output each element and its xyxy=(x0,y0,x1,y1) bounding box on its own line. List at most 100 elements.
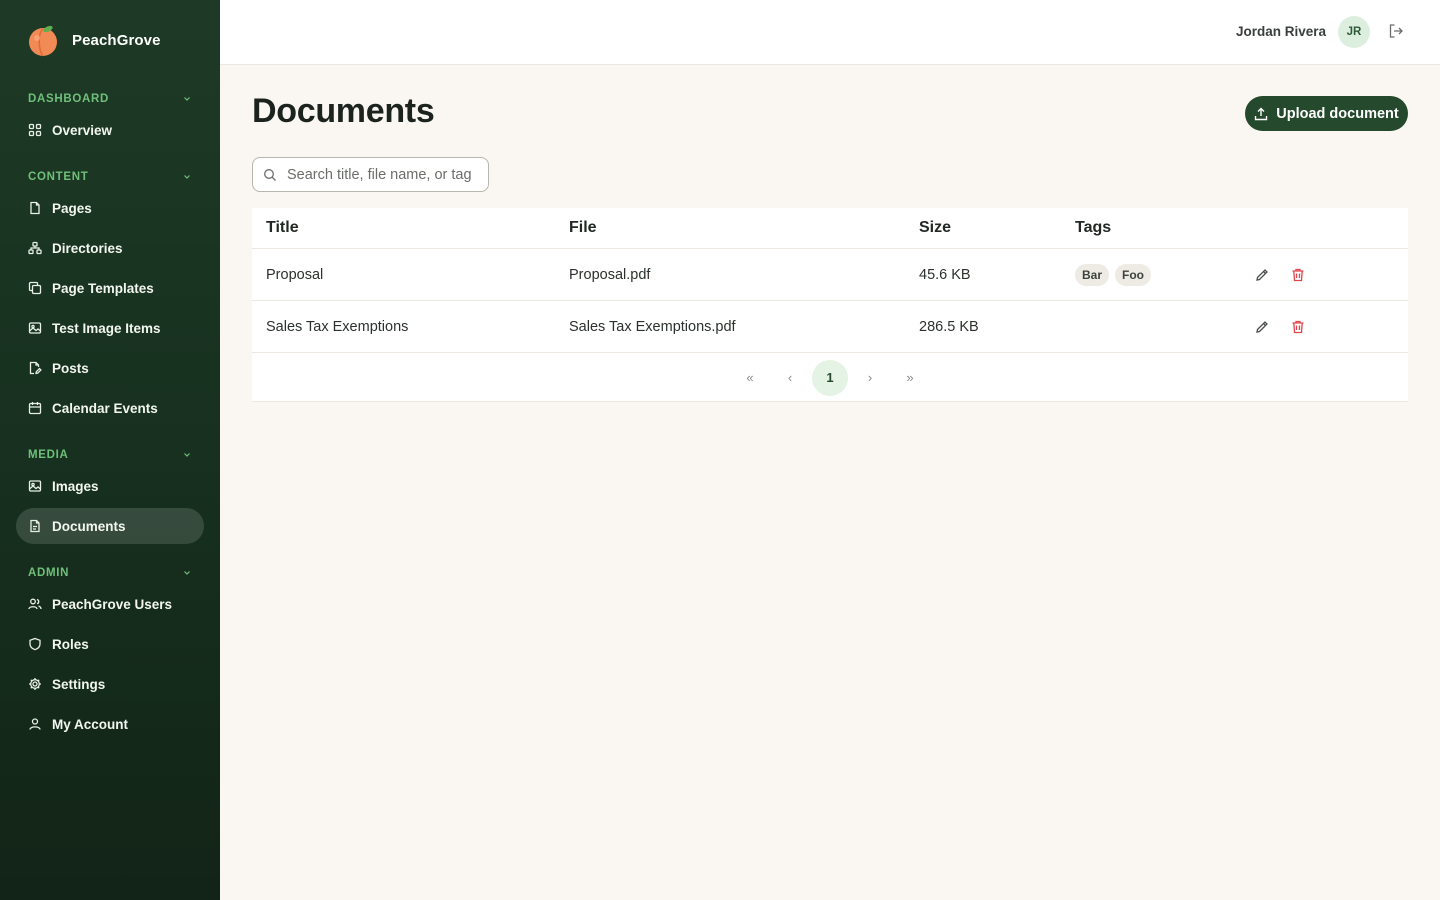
edit-button[interactable] xyxy=(1254,319,1270,335)
sidebar-item-peachgrove-users[interactable]: PeachGrove Users xyxy=(16,586,204,622)
section-label: DASHBOARD xyxy=(28,93,110,105)
pagination: « ‹ 1 › » xyxy=(252,353,1408,402)
tag-badge: Foo xyxy=(1115,263,1152,286)
pencil-icon xyxy=(1256,320,1268,333)
sidebar-item-roles[interactable]: Roles xyxy=(16,626,204,662)
sidebar-item-directories[interactable]: Directories xyxy=(16,230,204,266)
cell-file: Sales Tax Exemptions.pdf xyxy=(569,318,736,335)
image-icon xyxy=(28,480,42,492)
column-header-file[interactable]: File xyxy=(569,208,597,248)
column-header-title[interactable]: Title xyxy=(266,208,299,248)
chevron-down-icon xyxy=(184,453,190,457)
page-title: Documents xyxy=(252,92,435,130)
grid-icon xyxy=(28,123,42,137)
page-1-button[interactable]: 1 xyxy=(812,359,848,396)
cell-actions xyxy=(1254,249,1306,300)
sidebar-item-label: Calendar Events xyxy=(52,400,158,416)
cell-actions xyxy=(1254,301,1306,352)
search-icon xyxy=(264,168,276,181)
cell-file: Proposal.pdf xyxy=(569,266,651,283)
next-page-button[interactable]: › xyxy=(852,360,888,396)
column-header-size[interactable]: Size xyxy=(919,208,951,248)
users-icon xyxy=(28,598,42,610)
sidebar-item-label: My Account xyxy=(52,716,129,732)
section-header-media[interactable]: MEDIA xyxy=(16,442,204,468)
trash-icon xyxy=(1292,320,1304,333)
edit-button[interactable] xyxy=(1254,267,1270,283)
sidebar-item-label: Directories xyxy=(52,240,123,256)
sidebar: PeachGrove DASHBOARD Overview CONTENT Pa… xyxy=(0,0,220,900)
section-header-content[interactable]: CONTENT xyxy=(16,164,204,190)
prev-page-button[interactable]: ‹ xyxy=(772,360,808,396)
user-name: Jordan Rivera xyxy=(1235,24,1326,39)
search-box[interactable] xyxy=(252,157,489,192)
sidebar-item-label: Roles xyxy=(52,636,89,652)
sidebar-item-label: Pages xyxy=(52,200,92,216)
cell-tags: Bar Foo xyxy=(1075,249,1152,300)
sidebar-item-label: PeachGrove Users xyxy=(52,596,173,612)
file-edit-icon xyxy=(29,361,42,375)
delete-button[interactable] xyxy=(1290,319,1306,335)
brand-name: PeachGrove xyxy=(72,31,161,49)
cell-title: Sales Tax Exemptions xyxy=(266,318,409,335)
sidebar-item-label: Settings xyxy=(52,676,106,692)
image-icon xyxy=(28,322,42,334)
copy-icon xyxy=(28,281,42,295)
last-page-button[interactable]: » xyxy=(892,360,928,396)
sidebar-item-label: Page Templates xyxy=(52,280,154,296)
sidebar-item-page-templates[interactable]: Page Templates xyxy=(16,270,204,306)
section-label: ADMIN xyxy=(28,567,70,579)
gear-icon xyxy=(29,678,41,690)
section-header-admin[interactable]: ADMIN xyxy=(16,560,204,586)
avatar[interactable]: JR xyxy=(1338,16,1370,48)
sidebar-item-calendar-events[interactable]: Calendar Events xyxy=(16,390,204,426)
upload-document-button[interactable]: Upload document xyxy=(1245,96,1408,131)
section-header-dashboard[interactable]: DASHBOARD xyxy=(16,86,204,112)
pencil-icon xyxy=(1256,268,1268,281)
sidebar-item-label: Overview xyxy=(52,122,113,138)
logout-icon[interactable] xyxy=(1388,23,1404,39)
document-icon xyxy=(30,519,40,533)
sidebar-item-label: Posts xyxy=(52,360,89,376)
upload-label: Upload document xyxy=(1276,105,1399,122)
top-bar: Jordan Rivera JR xyxy=(220,0,1440,65)
table-row[interactable]: Proposal Proposal.pdf 45.6 KB Bar Foo xyxy=(252,249,1408,301)
cell-size: 286.5 KB xyxy=(919,318,979,335)
documents-table: Title File Size Tags Proposal Proposal.p… xyxy=(252,208,1408,402)
sidebar-item-test-image-items[interactable]: Test Image Items xyxy=(16,310,204,346)
user-icon xyxy=(29,718,41,730)
sidebar-item-label: Documents xyxy=(52,518,126,534)
peach-logo-icon xyxy=(26,23,60,57)
brand[interactable]: PeachGrove xyxy=(26,22,161,58)
table-header: Title File Size Tags xyxy=(252,208,1408,249)
sidebar-item-label: Images xyxy=(52,478,99,494)
sidebar-item-settings[interactable]: Settings xyxy=(16,666,204,702)
sitemap-icon xyxy=(28,241,42,255)
sidebar-item-overview[interactable]: Overview xyxy=(16,112,204,148)
calendar-icon xyxy=(28,402,42,415)
trash-icon xyxy=(1292,268,1304,281)
cell-size: 45.6 KB xyxy=(919,266,971,283)
sidebar-item-images[interactable]: Images xyxy=(16,468,204,504)
cell-title: Proposal xyxy=(266,266,324,283)
sidebar-item-my-account[interactable]: My Account xyxy=(16,706,204,742)
first-page-button[interactable]: « xyxy=(732,360,768,396)
section-label: CONTENT xyxy=(28,171,89,183)
file-icon xyxy=(30,201,40,215)
sidebar-item-pages[interactable]: Pages xyxy=(16,190,204,226)
chevron-down-icon xyxy=(184,175,190,179)
tag-badge: Bar xyxy=(1075,263,1110,286)
table-row[interactable]: Sales Tax Exemptions Sales Tax Exemption… xyxy=(252,301,1408,353)
column-header-tags[interactable]: Tags xyxy=(1075,208,1111,248)
sidebar-item-posts[interactable]: Posts xyxy=(16,350,204,386)
sidebar-item-documents[interactable]: Documents xyxy=(16,508,204,544)
sidebar-item-label: Test Image Items xyxy=(52,320,161,336)
shield-icon xyxy=(29,637,41,651)
search-input[interactable] xyxy=(287,166,482,183)
upload-icon xyxy=(1255,107,1268,120)
chevron-down-icon xyxy=(184,97,190,101)
section-label: MEDIA xyxy=(28,449,69,461)
chevron-down-icon xyxy=(184,571,190,575)
delete-button[interactable] xyxy=(1290,267,1306,283)
sidebar-nav: DASHBOARD Overview CONTENT Pages Directo… xyxy=(16,86,204,746)
